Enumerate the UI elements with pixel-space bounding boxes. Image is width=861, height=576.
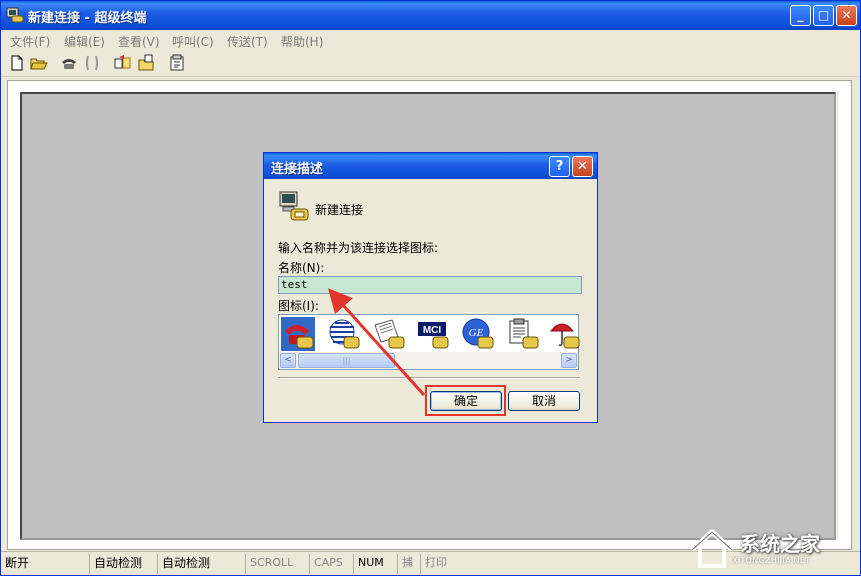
new-connection-icon: [279, 191, 309, 221]
name-input[interactable]: test: [278, 276, 582, 294]
hyperterminal-icon: [6, 7, 24, 23]
cancel-button[interactable]: 取消: [508, 391, 580, 411]
watermark-subtext: XITONGZHIJIA.NET: [732, 556, 811, 565]
connection-description-dialog: 连接描述 ? ✕ 新建连接 输入名称并为该连接选择图标: 名称(N): test…: [263, 152, 598, 423]
connection-heading: 新建连接: [315, 203, 364, 217]
watermark-text: 系统之家: [740, 532, 820, 556]
status-autodetect-1: 自动检测: [89, 554, 142, 574]
scroll-left-button[interactable]: <: [280, 353, 296, 368]
toolbar: [1, 50, 860, 77]
ok-button[interactable]: 确定: [430, 391, 502, 411]
status-scroll: SCROLL: [245, 554, 293, 574]
receive-icon[interactable]: [138, 54, 156, 72]
notepad-phone-icon[interactable]: [506, 317, 540, 351]
dialog-title: 连接描述: [271, 162, 324, 177]
dialog-title-bar[interactable]: 连接描述 ? ✕: [264, 153, 597, 179]
mci-icon[interactable]: MCI: [416, 317, 450, 351]
status-capture: 捕: [397, 554, 413, 574]
dialog-separator: [278, 377, 580, 379]
open-folder-icon[interactable]: [30, 54, 48, 72]
disconnect-icon[interactable]: [83, 54, 101, 72]
ge-globe-icon[interactable]: GE: [461, 317, 495, 351]
name-label: 名称(N):: [278, 261, 325, 275]
umbrella-phone-icon[interactable]: [547, 317, 581, 351]
minimize-button[interactable]: _: [790, 5, 811, 26]
newspaper-phone-icon[interactable]: [372, 317, 406, 351]
status-caps: CAPS: [309, 554, 343, 574]
mci-label: MCI: [423, 325, 442, 336]
icon-list-scrollbar[interactable]: < ||| >: [279, 352, 578, 369]
dialog-close-button[interactable]: ✕: [572, 156, 593, 177]
menu-file[interactable]: 文件(F): [10, 33, 50, 50]
status-num: NUM: [353, 554, 384, 574]
watermark: 系统之家 XITONGZHIJIA.NET: [684, 522, 856, 574]
new-file-icon[interactable]: [8, 54, 26, 72]
menu-bar: 文件(F) 编辑(E) 查看(V) 呼叫(C) 传送(T) 帮助(H): [1, 30, 860, 50]
menu-call[interactable]: 呼叫(C): [172, 33, 214, 50]
menu-help[interactable]: 帮助(H): [281, 33, 323, 50]
dialog-prompt: 输入名称并为该连接选择图标:: [278, 241, 439, 255]
call-icon[interactable]: [60, 54, 78, 72]
vertical-scrollbar[interactable]: [836, 92, 839, 538]
menu-view[interactable]: 查看(V): [118, 33, 160, 50]
globe-phone-icon[interactable]: [327, 317, 361, 351]
send-icon[interactable]: [114, 54, 132, 72]
scroll-thumb[interactable]: |||: [298, 353, 395, 368]
close-button[interactable]: ✕: [836, 5, 857, 26]
status-connection: 断开: [5, 556, 30, 570]
menu-transfer[interactable]: 传送(T): [227, 33, 268, 50]
house-logo-icon: [690, 529, 734, 568]
status-print: 打印: [420, 554, 447, 574]
help-button[interactable]: ?: [549, 156, 570, 177]
red-phone-icon[interactable]: [281, 317, 315, 351]
properties-icon[interactable]: [169, 54, 187, 72]
menu-edit[interactable]: 编辑(E): [64, 33, 105, 50]
scroll-right-button[interactable]: >: [561, 353, 577, 368]
title-bar[interactable]: 新建连接 - 超级终端 _ □ ✕: [1, 1, 860, 30]
maximize-button[interactable]: □: [813, 5, 834, 26]
icon-label: 图标(I):: [278, 299, 319, 313]
icon-list[interactable]: MCI GE < ||| >: [278, 314, 581, 370]
window-title: 新建连接 - 超级终端: [28, 11, 147, 26]
status-autodetect-2: 自动检测: [157, 554, 210, 574]
